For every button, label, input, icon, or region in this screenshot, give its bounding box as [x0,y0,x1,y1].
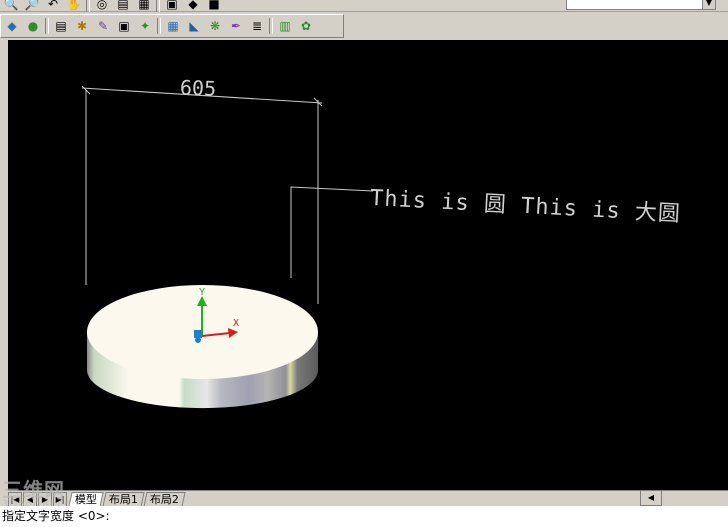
tool-palette-icon[interactable]: ▣ [163,0,181,13]
shade-icon[interactable]: ✱ [73,17,91,35]
toolbar-separator [157,18,161,34]
drawing-viewport[interactable]: 605 This is 圆 This is 大圆 Y X [8,40,728,490]
dimension-lines [81,85,374,304]
color-icon[interactable]: ■ [205,0,223,13]
orbit-icon[interactable]: ◎ [93,0,111,13]
sphere-icon[interactable]: ● [24,17,42,35]
toolbar-separator [45,18,49,34]
zoom-previous-icon[interactable]: ↶ [44,0,62,13]
tab-layout2[interactable]: 布局2 [143,492,186,507]
fog-icon[interactable]: ❋ [206,17,224,35]
render-icon[interactable]: ✎ [94,17,112,35]
landscape-icon[interactable]: ◣ [185,17,203,35]
background-icon[interactable]: ✿ [297,17,315,35]
scene-icon[interactable]: ▣ [115,17,133,35]
tab-model[interactable]: 模型 [68,492,104,507]
dimension-value: 605 [179,75,217,101]
statistics-icon[interactable]: ≣ [248,17,266,35]
drawing-canvas [81,85,374,409]
layout-tab-bar: |◀ ◀ ▶ ▶| 模型 布局1 布局2 [8,490,728,507]
toolbar-separator [86,0,90,12]
toolbar-separator [269,18,273,34]
toolbar-render: ◆ ● ▤ ✱ ✎ ▣ ✦ ▦ ◣ ❋ ✒ ≣ ▥ ✿ [0,14,344,38]
materials-icon[interactable]: ▦ [164,17,182,35]
horizontal-scroll-button[interactable]: ◀ [640,490,662,506]
pan-icon[interactable]: ✋ [65,0,83,13]
zoom-window-icon[interactable]: 🔎 [23,0,41,13]
toolbar-separator [156,0,160,12]
layer-dropdown[interactable]: ▼ [566,0,716,10]
ucs-x-label: X [233,318,240,329]
paper-icon[interactable]: ▥ [276,17,294,35]
chevron-down-icon[interactable]: ▼ [702,0,715,9]
layer-icon[interactable]: ◆ [184,0,202,13]
command-prompt: 指定文字宽度 <0>: [2,509,110,523]
preferences-icon[interactable]: ✒ [227,17,245,35]
ucs-y-label: Y [199,287,206,298]
lights-icon[interactable]: ✦ [136,17,154,35]
design-center-icon[interactable]: ▦ [135,0,153,13]
properties-icon[interactable]: ▤ [114,0,132,13]
tab-layout1[interactable]: 布局1 [102,492,145,507]
cube-icon[interactable]: ◆ [3,17,21,35]
hide-icon[interactable]: ▤ [52,17,70,35]
watermark: 三维网 3Dportal.cn [2,478,72,510]
zoom-realtime-icon[interactable]: 🔍 [2,0,20,13]
command-line[interactable]: 指定文字宽度 <0>: [0,506,728,527]
